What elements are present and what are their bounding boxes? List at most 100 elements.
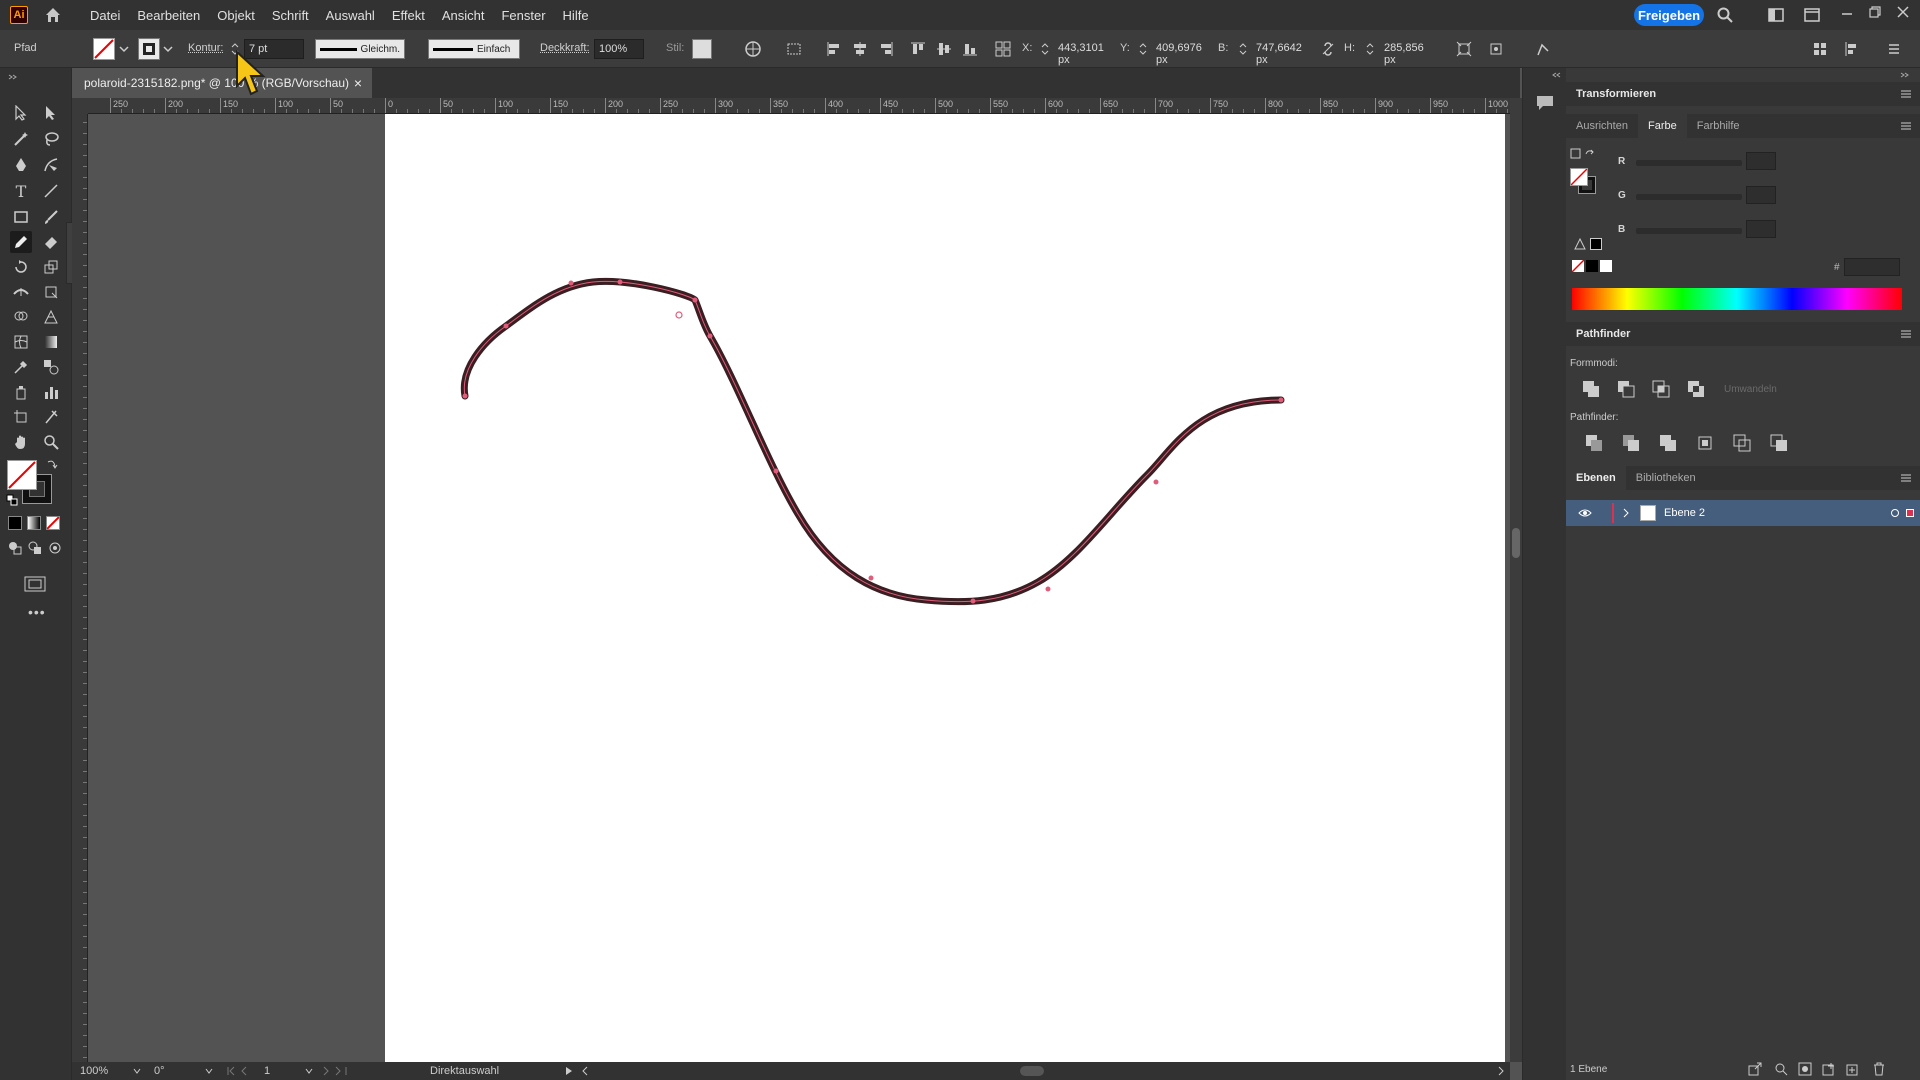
stepper-icon[interactable] xyxy=(1040,42,1050,56)
blend-tool-icon[interactable] xyxy=(40,356,62,378)
rotate-tool-icon[interactable] xyxy=(10,256,32,278)
chevron-down-icon[interactable] xyxy=(204,1066,214,1076)
hand-tool-icon[interactable] xyxy=(10,431,32,453)
opacity-field[interactable]: 100% xyxy=(594,39,644,59)
zoom-tool-icon[interactable] xyxy=(40,431,62,453)
ruler-origin[interactable] xyxy=(72,98,88,114)
type-tool-icon[interactable]: T xyxy=(10,180,32,202)
close-tab-button[interactable]: × xyxy=(354,75,362,91)
recolor-artwork-icon[interactable] xyxy=(745,41,761,57)
color-spectrum[interactable] xyxy=(1572,288,1902,310)
search-icon[interactable] xyxy=(1716,6,1734,24)
align-panel-icon[interactable] xyxy=(1844,41,1860,57)
variable-width-profile-dropdown[interactable]: Gleichm. xyxy=(315,39,405,59)
eyedropper-tool-icon[interactable] xyxy=(10,356,32,378)
collapse-icon[interactable] xyxy=(8,74,18,80)
shape-builder-tool-icon[interactable] xyxy=(10,306,32,328)
graphic-style-swatch[interactable] xyxy=(692,39,712,59)
restore-icon[interactable] xyxy=(1868,5,1882,19)
panel-layout-icon[interactable] xyxy=(1812,41,1828,57)
stroke-label[interactable]: Kontur: xyxy=(188,42,223,54)
target-icon[interactable] xyxy=(1890,508,1900,518)
rectangle-tool-icon[interactable] xyxy=(10,206,32,228)
h-field[interactable]: 285,856 px xyxy=(1380,39,1442,66)
tab-farbhilfe[interactable]: Farbhilfe xyxy=(1687,114,1750,138)
delete-icon[interactable] xyxy=(1872,1062,1886,1076)
align-to-icon[interactable] xyxy=(786,41,802,57)
artboard-tool-icon[interactable] xyxy=(10,406,32,428)
align-bottom-icon[interactable] xyxy=(962,41,978,57)
rotation-value[interactable]: 0° xyxy=(154,1065,165,1077)
horizontal-ruler[interactable]: 250 200 150 100 50 0 50 100 150 200 250 300 350 400 45… xyxy=(88,98,1510,114)
comments-icon[interactable] xyxy=(1535,94,1555,112)
selection-indicator[interactable] xyxy=(1906,509,1914,517)
exclude-icon[interactable] xyxy=(1687,380,1705,398)
transform-panel-header[interactable]: Transformieren xyxy=(1566,82,1920,106)
channel-r-field[interactable] xyxy=(1746,152,1776,170)
zoom-level[interactable]: 100% xyxy=(80,1065,108,1077)
out-of-gamut-icon[interactable] xyxy=(1574,238,1586,250)
color-mode-button[interactable] xyxy=(8,516,22,530)
align-left-icon[interactable] xyxy=(826,41,842,57)
stroke-swatch[interactable] xyxy=(138,38,160,60)
stepper-icon[interactable] xyxy=(1138,42,1148,56)
play-icon[interactable] xyxy=(564,1066,574,1076)
channel-b-field[interactable] xyxy=(1746,220,1776,238)
free-transform-tool-icon[interactable] xyxy=(40,281,62,303)
menu-bearbeiten[interactable]: Bearbeiten xyxy=(137,8,200,23)
anchor-point[interactable] xyxy=(568,280,574,286)
home-icon[interactable] xyxy=(44,6,62,24)
new-layer-icon[interactable] xyxy=(1846,1062,1860,1076)
collapse-icon[interactable] xyxy=(1551,72,1561,78)
white-quick-swatch[interactable] xyxy=(1600,260,1612,272)
panel-menu-icon[interactable] xyxy=(1900,329,1912,339)
x-field[interactable]: 443,3101 px xyxy=(1054,39,1116,66)
panel-menu-icon[interactable] xyxy=(1900,89,1912,99)
menu-fenster[interactable]: Fenster xyxy=(501,8,545,23)
locate-object-icon[interactable] xyxy=(1774,1062,1788,1076)
menu-icon[interactable] xyxy=(1886,41,1902,57)
channel-b-slider[interactable] xyxy=(1636,228,1742,234)
edit-path-icon[interactable] xyxy=(1536,41,1552,57)
align-top-icon[interactable] xyxy=(910,41,926,57)
tab-bibliotheken[interactable]: Bibliotheken xyxy=(1626,466,1706,490)
artboard-prev-icon[interactable] xyxy=(226,1066,262,1076)
stepper-icon[interactable] xyxy=(1365,42,1375,56)
anchor-point[interactable] xyxy=(1045,586,1051,592)
anchor-point[interactable] xyxy=(1278,397,1284,403)
eye-icon[interactable] xyxy=(1578,508,1592,518)
symbol-sprayer-tool-icon[interactable] xyxy=(10,381,32,403)
chevron-left-icon[interactable] xyxy=(580,1066,590,1076)
paintbrush-tool-icon[interactable] xyxy=(40,206,62,228)
gradient-mode-button[interactable] xyxy=(27,516,41,530)
scrollbar-thumb[interactable] xyxy=(1512,528,1520,558)
more-tools-icon[interactable]: ••• xyxy=(28,604,46,620)
menu-objekt[interactable]: Objekt xyxy=(217,8,255,23)
anchor-point[interactable] xyxy=(503,323,509,329)
align-middle-v-icon[interactable] xyxy=(936,41,952,57)
align-center-h-icon[interactable] xyxy=(852,41,868,57)
unite-icon[interactable] xyxy=(1582,380,1600,398)
channel-r-slider[interactable] xyxy=(1636,160,1742,166)
direct-selection-tool-icon[interactable] xyxy=(40,102,62,124)
curvature-tool-icon[interactable] xyxy=(40,154,62,176)
anchor-point[interactable] xyxy=(773,468,779,474)
pencil-tool-icon[interactable] xyxy=(10,231,32,253)
menu-effekt[interactable]: Effekt xyxy=(392,8,425,23)
canvas-area[interactable] xyxy=(88,114,1510,1062)
minimize-icon[interactable] xyxy=(1840,8,1854,20)
close-window-icon[interactable] xyxy=(1896,5,1910,19)
none-swatch[interactable] xyxy=(1571,259,1585,273)
chevron-down-icon[interactable] xyxy=(160,41,176,57)
artboard-number[interactable]: 1 xyxy=(264,1065,270,1077)
line-tool-icon[interactable] xyxy=(40,180,62,202)
eraser-tool-icon[interactable] xyxy=(40,231,62,253)
scale-tool-icon[interactable] xyxy=(40,256,62,278)
trim-icon[interactable] xyxy=(1622,434,1640,452)
distribute-icon[interactable] xyxy=(995,41,1011,57)
anchor-point[interactable] xyxy=(707,333,713,339)
black-swatch[interactable] xyxy=(1590,238,1602,250)
freehand-path[interactable] xyxy=(460,277,1285,606)
chevron-down-icon[interactable] xyxy=(132,1066,142,1076)
menu-schrift[interactable]: Schrift xyxy=(272,8,309,23)
